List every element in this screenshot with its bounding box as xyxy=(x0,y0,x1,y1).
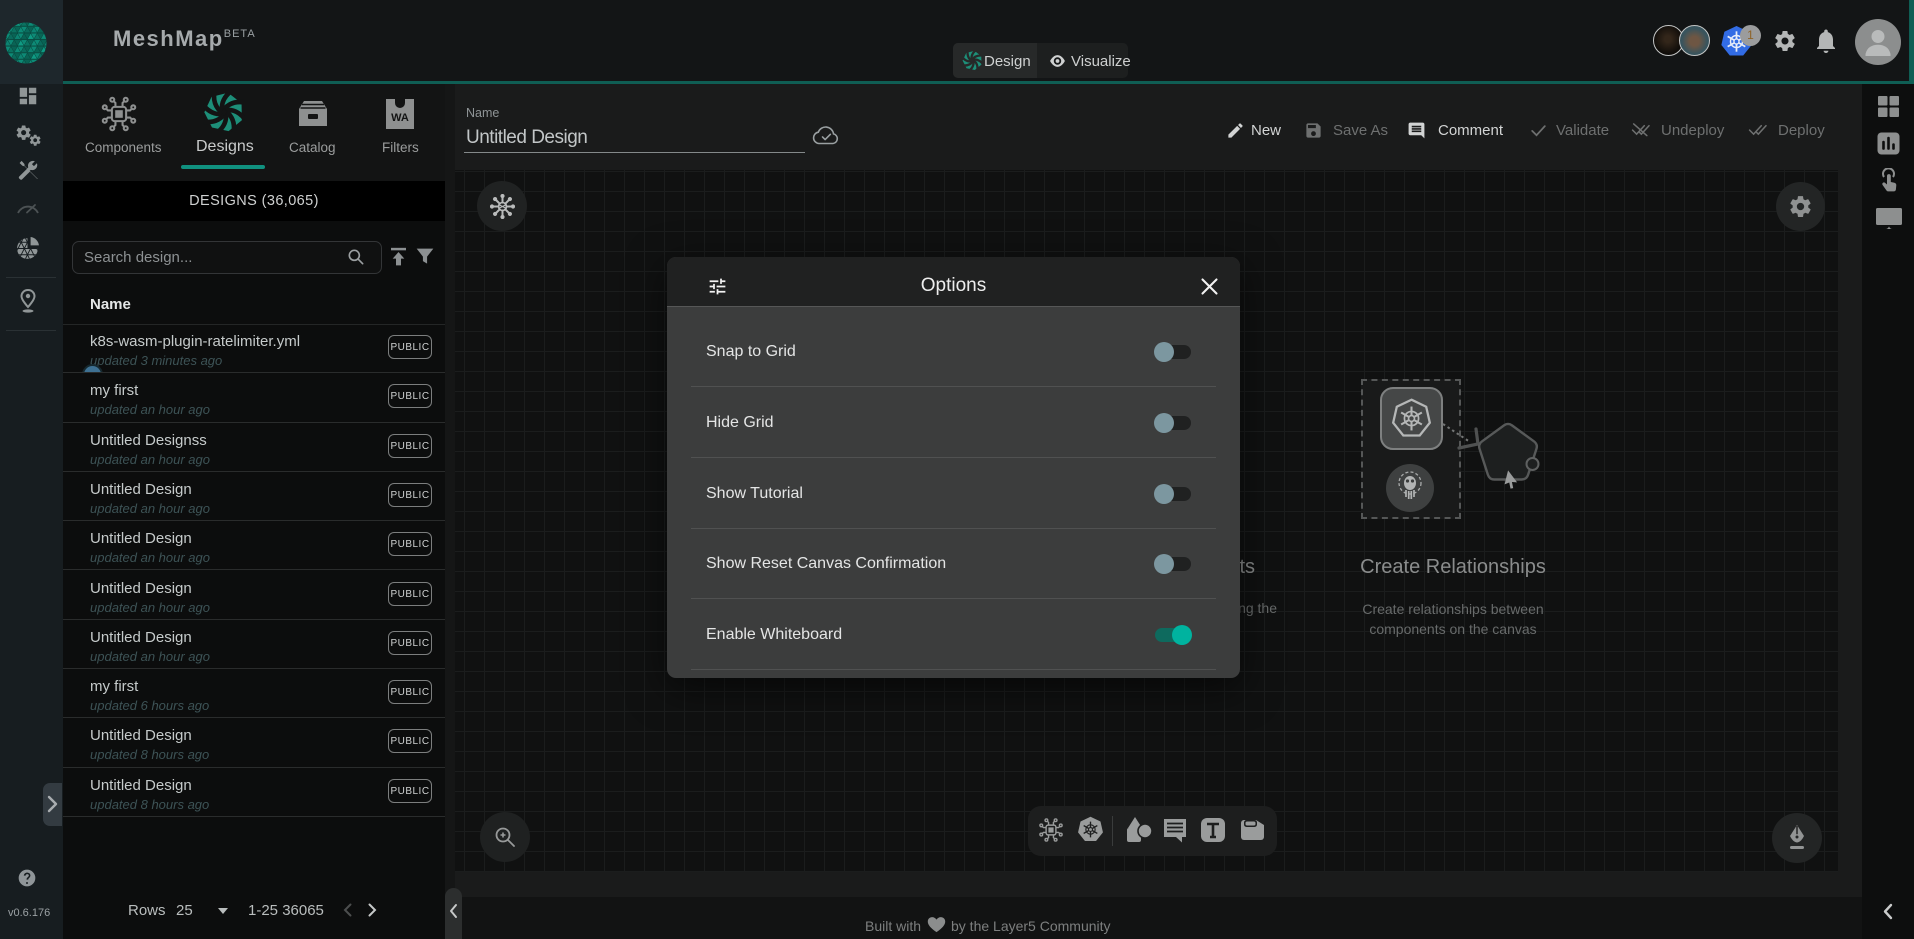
svg-text:WA: WA xyxy=(391,112,409,124)
